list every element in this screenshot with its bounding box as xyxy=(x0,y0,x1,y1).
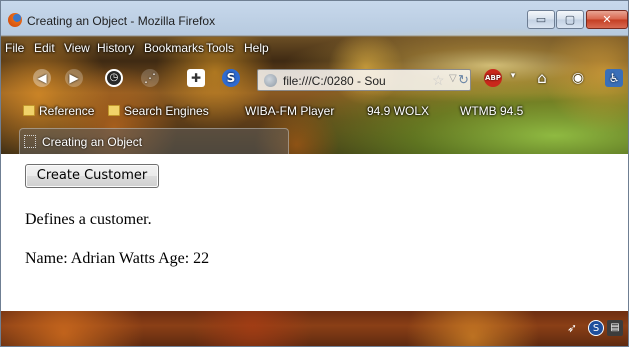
folder-icon xyxy=(23,105,35,116)
create-customer-button[interactable]: Create Customer xyxy=(25,164,159,188)
page-content: Create Customer Defines a customer. Name… xyxy=(1,154,628,311)
home-icon[interactable]: ⌂ xyxy=(533,69,551,87)
menu-bar: File Edit View History Bookmarks Tools H… xyxy=(1,37,628,57)
status-bar: ➶ S ▤ xyxy=(1,311,628,346)
addon-icon[interactable]: ✚ xyxy=(187,69,205,87)
title-bar: Creating an Object - Mozilla Firefox ▭ ▢… xyxy=(1,1,628,35)
accessibility-icon[interactable]: ♿ xyxy=(605,69,623,87)
bookmark-star-icon[interactable]: ☆ xyxy=(432,72,445,89)
folder-icon xyxy=(108,105,120,116)
bookmarks-toolbar: Reference Search Engines WIBA-FM Player … xyxy=(1,101,628,123)
minimize-button[interactable]: ▭ xyxy=(527,10,555,29)
menu-file[interactable]: File xyxy=(5,41,24,55)
bookmark-label: Reference xyxy=(39,104,95,118)
adblock-dropdown-icon[interactable]: ▾ xyxy=(504,67,522,85)
description-text: Defines a customer. xyxy=(25,211,152,228)
menu-help[interactable]: Help xyxy=(244,41,269,55)
close-button[interactable]: ✕ xyxy=(586,10,628,29)
minimize-icon: ▭ xyxy=(535,13,547,26)
reload-icon[interactable]: ↻ xyxy=(458,72,469,88)
back-icon[interactable]: ◀ xyxy=(33,69,51,87)
menu-bookmarks[interactable]: Bookmarks xyxy=(144,41,204,55)
navigation-toolbar: ◀ ▶ ◷ ⋰ ✚ S file:///C:/0280 - Sou ☆ ▽ ↻ … xyxy=(1,61,628,93)
eye-icon[interactable]: ◉ xyxy=(569,69,587,87)
bookmark-label: Search Engines xyxy=(124,104,209,118)
maximize-button[interactable]: ▢ xyxy=(556,10,584,29)
s-icon[interactable]: S xyxy=(222,69,240,87)
menu-view[interactable]: View xyxy=(64,41,90,55)
bookmark-folder-reference[interactable]: Reference xyxy=(23,104,94,118)
address-bar-url: file:///C:/0280 - Sou xyxy=(283,74,386,88)
tab-creating-an-object[interactable]: Creating an Object xyxy=(19,128,289,154)
bookmark-folder-search-engines[interactable]: Search Engines xyxy=(108,104,209,118)
status-addon-icon[interactable]: ▤ xyxy=(607,320,623,336)
forward-icon[interactable]: ▶ xyxy=(65,69,83,87)
script-blocker-icon[interactable]: S xyxy=(588,320,604,336)
firefox-logo-icon[interactable] xyxy=(8,13,22,27)
adblock-icon[interactable]: ABP xyxy=(484,69,502,87)
menu-tools[interactable]: Tools xyxy=(206,41,234,55)
menu-history[interactable]: History xyxy=(97,41,134,55)
url-dropdown-icon[interactable]: ▽ xyxy=(449,73,457,84)
status-arrow-icon[interactable]: ➶ xyxy=(564,320,580,336)
history-clock-icon[interactable]: ◷ xyxy=(105,69,123,87)
bookmark-wtmb-945[interactable]: WTMB 94.5 xyxy=(460,104,523,118)
window-title: Creating an Object - Mozilla Firefox xyxy=(27,14,216,28)
globe-icon xyxy=(264,74,277,87)
page-icon xyxy=(24,135,36,148)
customer-info-text: Name: Adrian Watts Age: 22 xyxy=(25,250,210,267)
bookmark-wiba-fm[interactable]: WIBA-FM Player xyxy=(245,104,334,118)
browser-window: Creating an Object - Mozilla Firefox ▭ ▢… xyxy=(0,0,629,347)
close-icon: ✕ xyxy=(602,13,612,26)
menu-edit[interactable]: Edit xyxy=(34,41,55,55)
address-bar[interactable]: file:///C:/0280 - Sou ☆ ▽ ↻ xyxy=(257,69,471,91)
tab-label: Creating an Object xyxy=(42,135,143,149)
maximize-icon: ▢ xyxy=(564,13,576,26)
rss-icon[interactable]: ⋰ xyxy=(141,69,159,87)
bookmark-949-wolx[interactable]: 94.9 WOLX xyxy=(367,104,429,118)
